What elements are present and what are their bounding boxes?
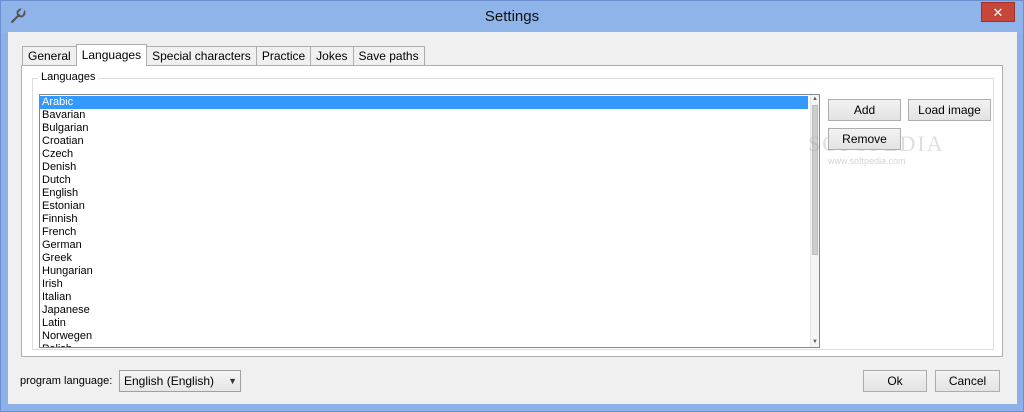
remove-button[interactable]: Remove — [828, 128, 901, 150]
program-language-select[interactable]: English (English) ▼ — [119, 370, 241, 392]
list-item[interactable]: Hungarian — [40, 265, 808, 278]
load-image-button[interactable]: Load image — [908, 99, 991, 121]
tab-languages[interactable]: Languages — [75, 44, 148, 66]
list-item[interactable]: Croatian — [40, 135, 808, 148]
tab-strip: General Languages Special characters Pra… — [22, 44, 425, 66]
close-icon: ✕ — [992, 5, 1004, 20]
languages-listbox[interactable]: Arabic Bavarian Bulgarian Croatian Czech Deni… — [39, 94, 820, 348]
tab-jokes[interactable]: Jokes — [310, 46, 354, 66]
add-button[interactable]: Add — [828, 99, 901, 121]
list-item[interactable]: Finnish — [40, 213, 808, 226]
list-item[interactable]: Irish — [40, 278, 808, 291]
window-title: Settings — [484, 8, 540, 25]
languages-groupbox: Languages Arabic Bavarian Bulgarian Croatia… — [32, 71, 994, 350]
list-item[interactable]: Japanese — [40, 304, 808, 317]
ok-button[interactable]: Ok — [863, 370, 927, 392]
scroll-thumb[interactable] — [812, 105, 818, 255]
program-language-label: program language: — [20, 375, 113, 387]
title-bar[interactable]: Settings ✕ — [1, 1, 1023, 33]
close-button[interactable]: ✕ — [981, 2, 1015, 22]
list-item[interactable]: Bavarian — [40, 109, 808, 122]
tab-practice[interactable]: Practice — [255, 46, 312, 66]
list-item[interactable]: English — [40, 187, 808, 200]
list-item[interactable]: Czech — [40, 148, 808, 161]
cancel-button[interactable]: Cancel — [935, 370, 1000, 392]
list-item[interactable]: Norwegen — [40, 330, 808, 343]
list-item[interactable]: Dutch — [40, 174, 808, 187]
tab-general[interactable]: General — [22, 46, 77, 66]
tab-special-characters[interactable]: Special characters — [146, 46, 257, 66]
language-list-items: Arabic Bavarian Bulgarian Croatian Czech Deni… — [40, 96, 808, 347]
list-item[interactable]: Arabic — [40, 96, 808, 109]
list-item[interactable]: Denish — [40, 161, 808, 174]
softpedia-watermark-url: www.softpedia.com — [828, 156, 906, 166]
program-language-value: English (English) — [124, 374, 215, 388]
groupbox-title: Languages — [38, 71, 99, 83]
list-item[interactable]: Polish — [40, 343, 808, 347]
list-item[interactable]: Estonian — [40, 200, 808, 213]
list-item[interactable]: Italian — [40, 291, 808, 304]
list-item[interactable]: Greek — [40, 252, 808, 265]
list-item[interactable]: French — [40, 226, 808, 239]
list-item[interactable]: Bulgarian — [40, 122, 808, 135]
scroll-down-arrow-icon[interactable]: ▼ — [811, 338, 819, 347]
dialog-client-area: General Languages Special characters Pra… — [8, 32, 1017, 404]
tab-save-paths[interactable]: Save paths — [352, 46, 425, 66]
settings-window: Settings ✕ General Languages Special cha… — [0, 0, 1024, 412]
scroll-up-arrow-icon[interactable]: ▲ — [811, 95, 819, 104]
list-item[interactable]: Latin — [40, 317, 808, 330]
list-item[interactable]: German — [40, 239, 808, 252]
chevron-down-icon: ▼ — [228, 376, 237, 386]
languages-tab-panel: Languages Arabic Bavarian Bulgarian Croatia… — [21, 65, 1003, 357]
